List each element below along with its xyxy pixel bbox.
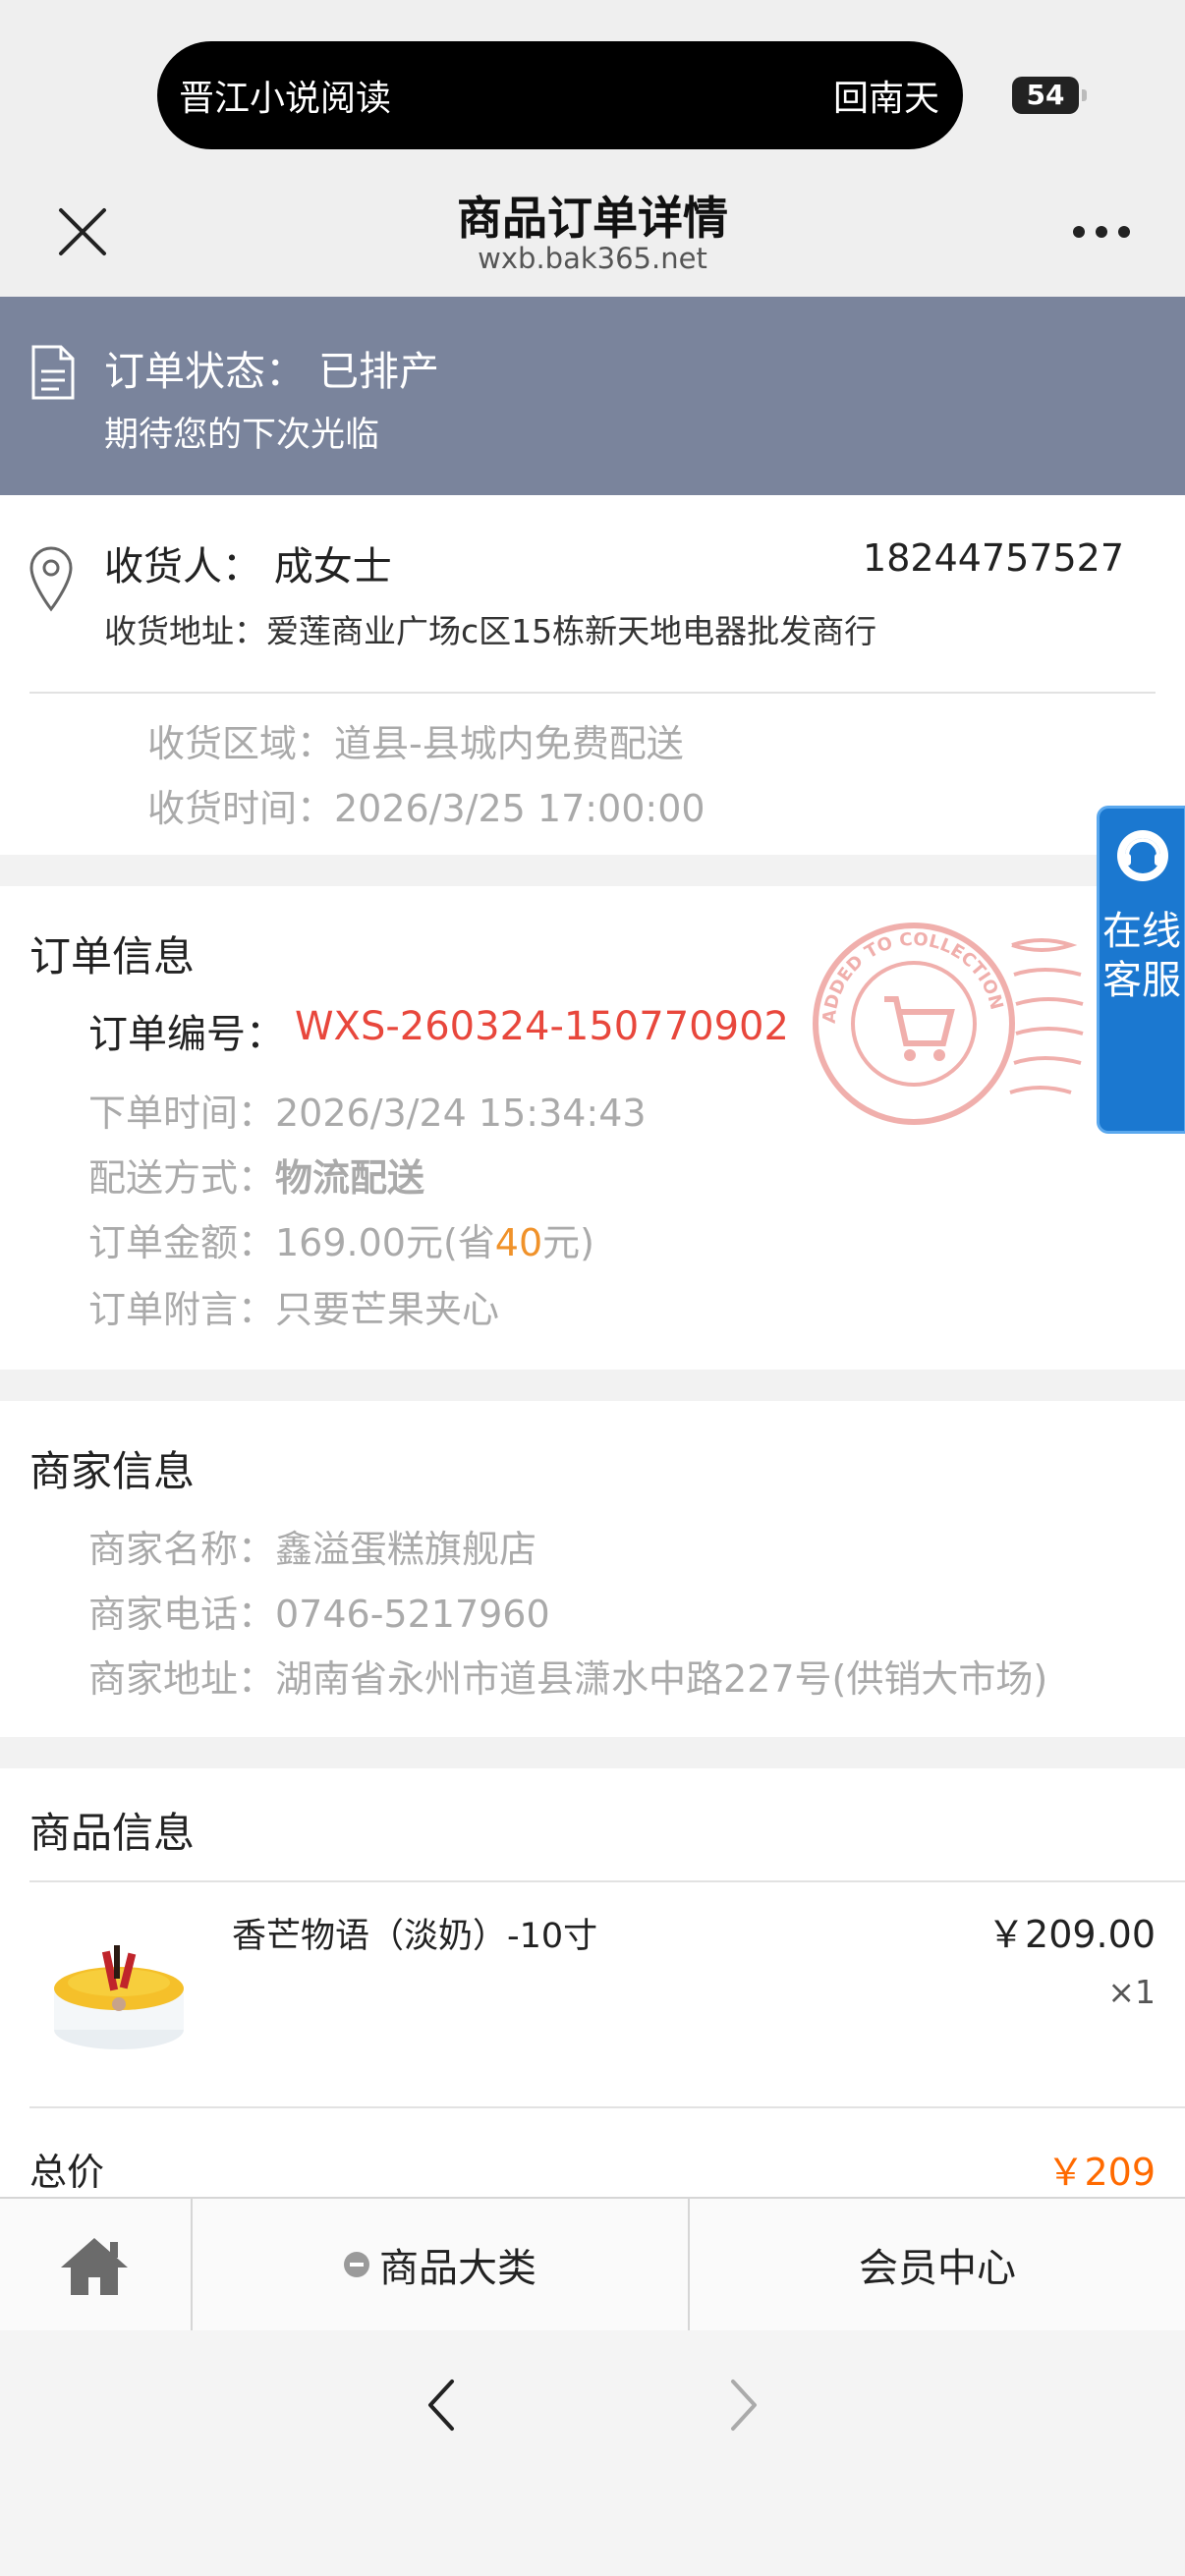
- back-arrow-icon[interactable]: [421, 2376, 464, 2435]
- order-note: 订单附言：只要芒果夹心: [88, 1288, 500, 1331]
- battery-indicator: 54: [1012, 77, 1087, 114]
- page-domain: wxb.bak365.net: [478, 242, 707, 275]
- order-amount-suffix: 元): [542, 1221, 594, 1264]
- order-number: WXS-260324-150770902: [295, 1004, 789, 1049]
- receiver-address: 收货地址：爱莲商业广场c区15栋新天地电器批发商行: [104, 612, 877, 650]
- order-status-banner: 订单状态： 已排产 期待您的下次光临: [0, 297, 1185, 495]
- order-amount: 订单金额：169.00元(省40元): [88, 1212, 594, 1266]
- receiver-phone[interactable]: 18244757527: [863, 536, 1124, 580]
- island-left-text: 晋江小说阅读: [179, 79, 392, 119]
- forward-arrow-icon[interactable]: [721, 2376, 764, 2435]
- goods-price: ￥209.00: [988, 1913, 1156, 1956]
- home-button[interactable]: [0, 2199, 193, 2330]
- home-icon: [61, 2238, 128, 2295]
- order-status-title: 订单状态： 已排产: [104, 348, 440, 395]
- total-label: 总价: [29, 2151, 105, 2194]
- customer-service-icon: [1117, 830, 1168, 881]
- divider: [29, 1880, 1185, 1882]
- bottom-nav: 商品大类 会员中心: [0, 2197, 1185, 2330]
- online-service-label: 在线客服: [1102, 909, 1181, 1003]
- order-number-label: 订单编号：: [88, 1012, 285, 1057]
- merchant-phone[interactable]: 商家电话：0746-5217960: [88, 1584, 550, 1638]
- more-icon[interactable]: [1071, 224, 1132, 240]
- document-icon: [31, 345, 75, 400]
- member-center-button[interactable]: 会员中心: [690, 2199, 1185, 2330]
- page-title: 商品订单详情: [457, 192, 728, 245]
- goods-info-title: 商品信息: [29, 1809, 196, 1857]
- order-info-title: 订单信息: [29, 932, 196, 980]
- category-label: 商品大类: [379, 2246, 536, 2291]
- order-info-card: 订单信息 ADDED TO COLLECTION 订单编号： WXS-26032…: [0, 886, 1185, 1370]
- merchant-info-title: 商家信息: [29, 1447, 196, 1495]
- divider: [29, 2106, 1185, 2108]
- merchant-info-card: 商家信息 商家名称：鑫溢蛋糕旗舰店 商家电话：0746-5217960 商家地址…: [0, 1401, 1185, 1737]
- delivery-time: 收货时间：2026/3/25 17:00:00: [147, 787, 705, 830]
- minus-circle-icon: [344, 2252, 369, 2277]
- merchant-name: 商家名称：鑫溢蛋糕旗舰店: [88, 1528, 537, 1571]
- nav-bar: 商品订单详情 wxb.bak365.net: [0, 167, 1185, 297]
- divider: [29, 692, 1156, 694]
- dynamic-island: 晋江小说阅读 回南天: [157, 41, 963, 149]
- status-bar: 晋江小说阅读 回南天 54: [0, 0, 1185, 167]
- delivery-method-label: 配送方式：: [88, 1156, 276, 1200]
- goods-quantity: ×1: [1107, 1973, 1156, 2011]
- address-card: 收货人： 成女士 18244757527 收货地址：爱莲商业广场c区15栋新天地…: [0, 495, 1185, 855]
- order-amount-saved: 40: [494, 1221, 543, 1264]
- browser-toolbar: [0, 2330, 1185, 2576]
- island-right-text: 回南天: [832, 79, 939, 119]
- category-button[interactable]: 商品大类: [193, 2199, 690, 2330]
- order-time: 下单时间：2026/3/24 15:34:43: [88, 1092, 647, 1135]
- location-pin-icon: [29, 546, 73, 612]
- delivery-method-value: 物流配送: [275, 1156, 425, 1200]
- added-to-collection-stamp-icon: ADDED TO COLLECTION: [813, 923, 1084, 1125]
- member-center-label: 会员中心: [859, 2246, 1016, 2291]
- delivery-method: 配送方式：物流配送: [88, 1148, 424, 1202]
- receiver-name: 收货人： 成女士: [104, 544, 392, 589]
- delivery-region: 收货区域：道县-县城内免费配送: [147, 722, 684, 765]
- goods-name[interactable]: 香芒物语（淡奶）-10寸: [232, 1908, 597, 1958]
- online-service-button[interactable]: 在线客服: [1097, 806, 1185, 1134]
- order-amount-prefix: 订单金额：169.00元(省: [88, 1221, 495, 1264]
- merchant-address: 商家地址：湖南省永州市道县潇水中路227号(供销大市场): [88, 1657, 1048, 1701]
- cake-image[interactable]: [47, 1932, 191, 2057]
- goods-info-card: 商品信息 香芒物语（淡奶）-10寸 ￥209.00 ×1 总价 ￥209: [0, 1768, 1185, 2201]
- order-status-subtitle: 期待您的下次光临: [104, 416, 380, 455]
- total-value: ￥209: [1046, 2151, 1156, 2194]
